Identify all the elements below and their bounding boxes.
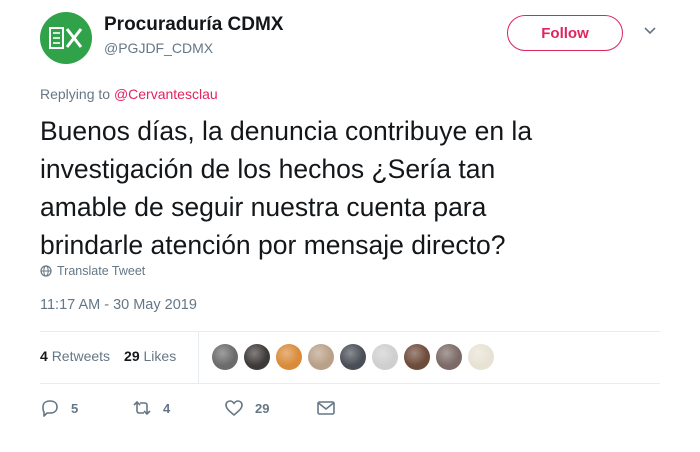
retweets-label: Retweets [51,348,111,364]
liker-avatar[interactable] [212,344,238,370]
retweet-button[interactable]: 4 [132,398,224,418]
liker-avatar[interactable] [276,344,302,370]
retweet-count: 4 [163,400,171,416]
liker-avatar[interactable] [308,344,334,370]
chevron-down-icon[interactable] [643,26,657,36]
liker-avatar[interactable] [372,344,398,370]
account-handle[interactable]: @PGJDF_CDMX [104,40,213,56]
likes-count: 29 [124,348,140,364]
liker-avatar[interactable] [340,344,366,370]
liker-avatar[interactable] [244,344,270,370]
replying-to: Replying to @Cervantesclau [40,86,218,102]
retweets-stat[interactable]: 4 Retweets [40,348,110,364]
cdmx-logo-icon [49,27,83,49]
liker-avatar[interactable] [404,344,430,370]
divider [40,331,660,332]
envelope-icon [317,401,335,415]
account-display-name[interactable]: Procuraduría CDMX [104,14,283,36]
tweet-text-line: investigación de los hechos ¿Sería tan [40,154,496,184]
retweets-count: 4 [40,348,48,364]
direct-message-button[interactable] [316,398,336,418]
heart-icon [225,400,243,416]
account-avatar[interactable] [40,12,92,64]
translate-tweet-link[interactable]: Translate Tweet [40,264,145,278]
tweet-card: Procuraduría CDMX @PGJDF_CDMX Follow Rep… [0,0,700,452]
reply-icon [42,400,58,417]
divider [40,383,660,384]
like-count: 29 [255,400,270,416]
likes-label: Likes [143,348,177,364]
globe-icon [40,265,52,277]
translate-label[interactable]: Translate Tweet [57,264,145,278]
tweet-actions: 5 4 29 [40,398,336,418]
tweet-text: Buenos días, la denuncia contribuye en l… [40,112,660,264]
likes-stat[interactable]: 29 Likes [124,348,176,364]
liker-avatars [212,344,500,370]
tweet-text-line: Buenos días, la denuncia contribuye en l… [40,116,533,146]
engagement-stats: 4 Retweets 29 Likes [40,348,190,364]
reply-count: 5 [71,400,79,416]
liker-avatar[interactable] [468,344,494,370]
tweet-text-line: amable de seguir nuestra cuenta para [40,192,487,222]
reply-button[interactable]: 5 [40,398,132,418]
tweet-text-line: brindarle atención por mensaje directo? [40,230,506,260]
follow-button[interactable]: Follow [507,15,623,51]
stats-separator [198,331,199,383]
replying-prefix: Replying to [40,86,111,102]
tweet-timestamp[interactable]: 11:17 AM - 30 May 2019 [40,297,197,313]
replying-mention-link[interactable]: @Cervantesclau [114,86,218,102]
liker-avatar[interactable] [436,344,462,370]
retweet-icon [133,400,151,416]
like-button[interactable]: 29 [224,398,316,418]
